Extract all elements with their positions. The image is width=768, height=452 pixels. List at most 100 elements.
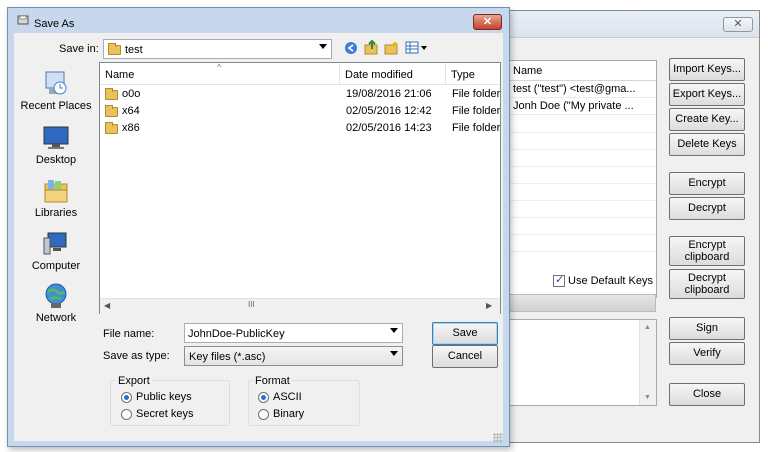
desktop-icon — [43, 126, 69, 149]
scroll-right-icon[interactable]: ▶ — [486, 301, 492, 310]
output-text-area[interactable]: ▲ ▼ — [507, 319, 657, 406]
place-label: Desktop — [35, 154, 77, 166]
grid-line — [507, 200, 656, 201]
dialog-title: Save As — [34, 18, 75, 30]
format-group-title: Format — [253, 375, 292, 387]
chevron-down-icon — [319, 44, 327, 49]
scroll-left-icon[interactable]: ◀ — [104, 301, 110, 310]
scrollbar-grip[interactable]: III — [248, 300, 255, 309]
file-date: 19/08/2016 21:06 — [346, 88, 432, 100]
save-type-label: Save as type: — [103, 350, 170, 362]
file-name-value: JohnDoe-PublicKey — [188, 328, 285, 340]
folder-icon — [108, 43, 121, 55]
binary-label: Binary — [273, 408, 305, 420]
decrypt-clipboard-label-1: Decrypt — [688, 272, 726, 284]
use-default-keys-checkbox[interactable]: ✓ — [553, 274, 565, 287]
file-name-input[interactable]: JohnDoe-PublicKey — [184, 323, 403, 343]
folder-icon — [105, 105, 118, 117]
horizontal-scrollbar[interactable]: ◀ III ▶ — [100, 298, 500, 314]
place-computer[interactable]: Computer — [17, 230, 95, 274]
encrypt-clipboard-button[interactable]: Encrypt clipboard — [669, 236, 745, 266]
column-header-type[interactable]: Type — [446, 63, 500, 85]
back-icon[interactable] — [344, 41, 358, 55]
progress-bar — [507, 294, 656, 312]
grid-line — [507, 217, 656, 218]
place-label: Recent Places — [20, 100, 92, 112]
cancel-button[interactable]: Cancel — [432, 345, 498, 368]
import-keys-button[interactable]: Import Keys... — [669, 58, 745, 81]
ascii-radio[interactable] — [258, 392, 269, 403]
network-icon — [45, 283, 67, 308]
save-type-value: Key files (*.asc) — [189, 351, 266, 363]
output-scrollbar[interactable]: ▲ ▼ — [639, 320, 656, 405]
key-list[interactable]: Name test ("test") <test@gma... Jonh Doe… — [507, 60, 657, 298]
public-keys-radio[interactable] — [121, 392, 132, 403]
export-group-title: Export — [116, 375, 152, 387]
view-menu-icon[interactable] — [405, 41, 429, 55]
main-window-close-button[interactable]: ✕ — [723, 17, 753, 32]
scroll-up-icon[interactable]: ▲ — [644, 324, 651, 331]
save-type-select[interactable]: Key files (*.asc) — [184, 346, 403, 366]
place-label: Computer — [31, 260, 81, 272]
file-type: File folder — [452, 105, 501, 117]
chevron-down-icon[interactable] — [390, 328, 398, 333]
place-recent-places[interactable]: Recent Places — [17, 70, 95, 114]
chevron-down-icon — [390, 351, 398, 356]
file-list[interactable]: Name ^ Date modified Type o0o 19/08/2016… — [99, 62, 501, 314]
new-folder-icon[interactable] — [384, 40, 399, 55]
file-type: File folder — [452, 88, 501, 100]
secret-keys-radio[interactable] — [121, 409, 132, 420]
place-label: Network — [35, 312, 77, 324]
key-list-header-name[interactable]: Name — [507, 61, 656, 81]
ascii-label: ASCII — [273, 391, 302, 403]
file-date: 02/05/2016 12:42 — [346, 105, 432, 117]
delete-keys-button[interactable]: Delete Keys — [669, 133, 745, 156]
libraries-icon — [44, 180, 68, 203]
sign-button[interactable]: Sign — [669, 317, 745, 340]
decrypt-button[interactable]: Decrypt — [669, 197, 745, 220]
scroll-down-icon[interactable]: ▼ — [644, 394, 651, 401]
computer-icon — [43, 232, 67, 255]
encrypt-clipboard-label-1: Encrypt — [688, 239, 726, 251]
file-row[interactable]: o0o 19/08/2016 21:06 File folder — [100, 86, 500, 103]
file-name-label: File name: — [103, 328, 155, 340]
create-key-button[interactable]: Create Key... — [669, 108, 745, 131]
check-icon: ✓ — [555, 274, 565, 286]
file-row[interactable]: x64 02/05/2016 12:42 File folder — [100, 103, 500, 120]
dialog-close-button[interactable]: ✕ — [473, 14, 502, 30]
file-name: o0o — [122, 88, 141, 100]
save-as-app-icon — [17, 14, 29, 26]
decrypt-clipboard-button[interactable]: Decrypt clipboard — [669, 269, 745, 299]
grid-line — [507, 132, 656, 133]
place-libraries[interactable]: Libraries — [17, 177, 95, 221]
save-in-value: test — [125, 44, 143, 56]
encrypt-button[interactable]: Encrypt — [669, 172, 745, 195]
key-list-item[interactable]: Jonh Doe ("My private ... — [507, 98, 656, 115]
folder-icon — [105, 122, 118, 134]
place-label: Libraries — [34, 207, 78, 219]
save-in-label: Save in: — [59, 43, 99, 55]
encrypt-clipboard-label-2: clipboard — [684, 251, 730, 263]
file-date: 02/05/2016 14:23 — [346, 122, 432, 134]
verify-button[interactable]: Verify — [669, 342, 745, 365]
place-desktop[interactable]: Desktop — [17, 124, 95, 168]
save-button[interactable]: Save — [432, 322, 498, 345]
save-in-combo[interactable]: test — [103, 39, 332, 59]
column-header-date[interactable]: Date modified — [340, 63, 446, 85]
recent-places-icon — [45, 71, 67, 95]
key-list-item[interactable]: test ("test") <test@gma... — [507, 81, 656, 98]
binary-radio[interactable] — [258, 409, 269, 420]
close-button[interactable]: Close — [669, 383, 745, 406]
grid-line — [507, 166, 656, 167]
up-folder-icon[interactable] — [364, 39, 379, 55]
secret-keys-label: Secret keys — [136, 408, 194, 420]
resize-grip[interactable] — [493, 433, 503, 443]
file-row[interactable]: x86 02/05/2016 14:23 File folder — [100, 120, 500, 137]
place-network[interactable]: Network — [17, 282, 95, 326]
grid-line — [507, 234, 656, 235]
export-keys-button[interactable]: Export Keys... — [669, 83, 745, 106]
folder-icon — [105, 88, 118, 100]
public-keys-label: Public keys — [136, 391, 192, 403]
file-name: x64 — [122, 105, 140, 117]
decrypt-clipboard-label-2: clipboard — [684, 284, 730, 296]
